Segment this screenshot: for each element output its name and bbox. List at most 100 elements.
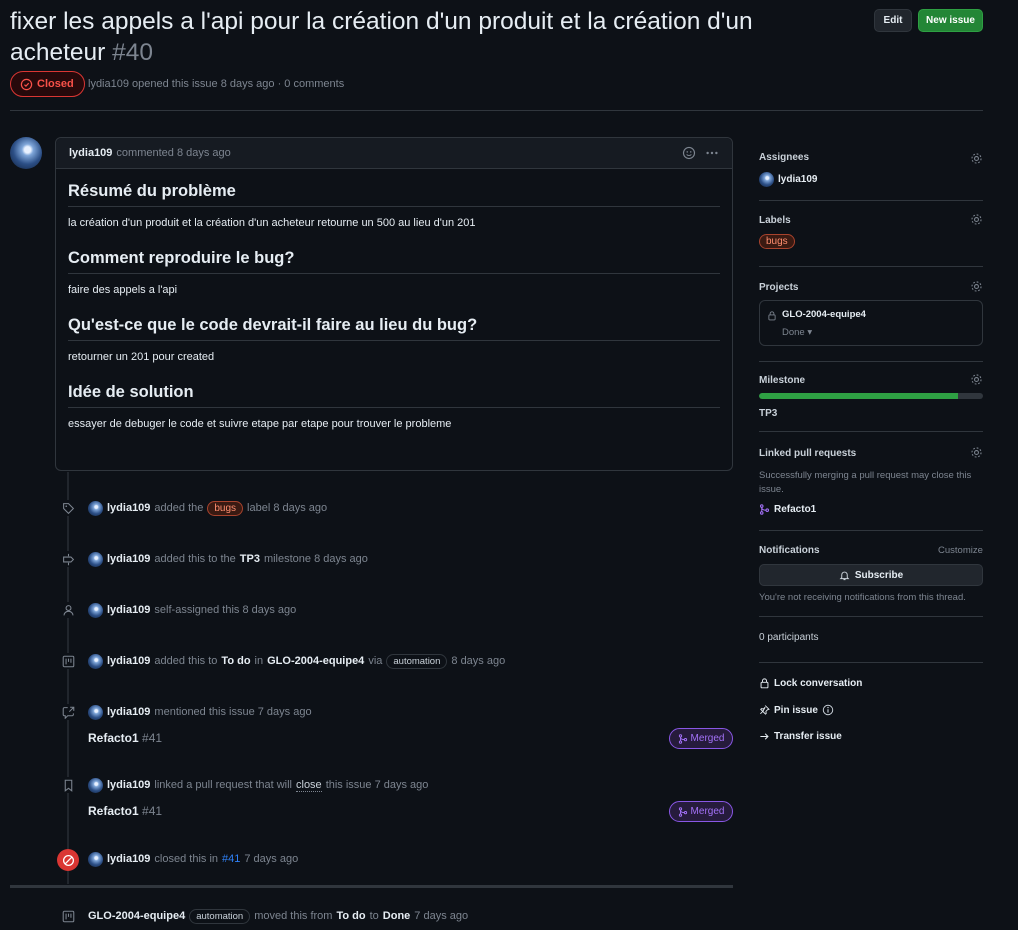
- circle-slash-icon: [57, 849, 79, 871]
- section-text-solution: essayer de debuger le code et suivre eta…: [68, 418, 452, 430]
- project-status: Done: [782, 327, 805, 338]
- transfer-issue-label: Transfer issue: [774, 731, 842, 742]
- actor-avatar[interactable]: [88, 500, 103, 516]
- gear-icon[interactable]: [970, 280, 983, 293]
- subscribe-button[interactable]: Subscribe: [759, 564, 983, 586]
- lock-conversation-label: Lock conversation: [774, 677, 863, 689]
- event-text: linked a pull request that will: [154, 779, 292, 791]
- actor-link[interactable]: lydia109: [107, 853, 150, 865]
- pin-issue-button[interactable]: Pin issue: [759, 704, 834, 716]
- labels-heading[interactable]: Labels: [759, 215, 791, 226]
- sidebar-label-bugs[interactable]: bugs: [759, 234, 795, 249]
- sidebar-divider: [759, 361, 983, 362]
- lock-icon: [760, 678, 769, 689]
- event-time: milestone 8 days ago: [263, 553, 368, 565]
- header-divider: [10, 110, 983, 111]
- sidebar-divider: [759, 266, 983, 267]
- linked-prs-heading[interactable]: Linked pull requests: [759, 448, 856, 459]
- comment-author-avatar[interactable]: [10, 137, 42, 169]
- tag-icon: [60, 500, 76, 516]
- gear-icon[interactable]: [970, 373, 983, 386]
- actor-link[interactable]: lydia109: [107, 502, 150, 514]
- issue-comment: lydia109 commented 8 days ago Résumé du …: [55, 137, 733, 471]
- actor-link[interactable]: lydia109: [107, 779, 150, 791]
- timeline-divider: [10, 885, 733, 888]
- actor-link[interactable]: lydia109: [107, 655, 150, 667]
- event-text: added this to: [154, 655, 218, 667]
- issue-author-link[interactable]: lydia109: [88, 78, 129, 90]
- actor-avatar[interactable]: [88, 551, 103, 567]
- comment-meta[interactable]: commented 8 days ago: [116, 147, 230, 159]
- project-link[interactable]: GLO-2004-equipe4: [267, 655, 364, 667]
- sidebar-divider: [759, 200, 983, 201]
- actor-link[interactable]: lydia109: [107, 706, 150, 718]
- cross-reference-icon: [60, 704, 76, 720]
- gear-icon[interactable]: [970, 152, 983, 165]
- issue-state-label: Closed: [37, 78, 74, 90]
- event-text: added this to the: [154, 553, 236, 565]
- pr-link[interactable]: #41: [222, 853, 240, 865]
- timeline-event-project-moved: GLO-2004-equipe4 automation moved this f…: [60, 906, 468, 926]
- issue-state-badge: Closed: [10, 71, 85, 97]
- pin-icon: [760, 705, 770, 715]
- pr-reference[interactable]: Refacto1 #41: [88, 731, 162, 745]
- milestone-link[interactable]: TP3: [240, 553, 260, 565]
- lock-conversation-button[interactable]: Lock conversation: [759, 677, 862, 689]
- project-actor-link[interactable]: GLO-2004-equipe4: [88, 910, 185, 922]
- git-merge-icon: [678, 733, 687, 744]
- timeline-event-closed: lydia109 closed this in #41 7 days ago: [88, 849, 298, 869]
- new-issue-button[interactable]: New issue: [918, 9, 983, 32]
- event-text-to: to: [369, 910, 379, 922]
- project-column: To do: [221, 655, 251, 667]
- pr-reference[interactable]: Refacto1 #41: [88, 804, 162, 818]
- notifications-heading: Notifications: [759, 545, 820, 556]
- lock-icon: [768, 311, 776, 321]
- actor-link[interactable]: lydia109: [107, 604, 150, 616]
- kebab-horizontal-icon[interactable]: [705, 146, 719, 160]
- actor-avatar[interactable]: [88, 851, 103, 867]
- actor-avatar[interactable]: [88, 602, 103, 618]
- project-status-dropdown[interactable]: Done ▾: [782, 327, 812, 338]
- section-heading-solution: Idée de solution: [68, 383, 720, 408]
- event-text: closed this in: [154, 853, 219, 865]
- from-column: To do: [336, 910, 366, 922]
- project-card[interactable]: GLO-2004-equipe4 Done ▾: [759, 300, 983, 346]
- gear-icon[interactable]: [970, 446, 983, 459]
- assignee-avatar: [759, 172, 774, 187]
- transfer-issue-button[interactable]: Transfer issue: [759, 731, 842, 742]
- section-heading-reproduce: Comment reproduire le bug?: [68, 249, 720, 274]
- project-name[interactable]: GLO-2004-equipe4: [782, 309, 866, 320]
- actor-avatar[interactable]: [88, 777, 103, 793]
- section-text-expected: retourner un 201 pour created: [68, 351, 215, 363]
- actor-avatar[interactable]: [88, 653, 103, 669]
- pr-title[interactable]: Refacto1: [88, 804, 139, 818]
- actor-link[interactable]: lydia109: [107, 553, 150, 565]
- timeline-event-milestoned: lydia109 added this to the TP3 milestone…: [60, 549, 368, 569]
- event-time: 7 days ago: [414, 910, 469, 922]
- linked-pr-item[interactable]: Refacto1: [759, 504, 816, 515]
- milestone-heading[interactable]: Milestone: [759, 375, 805, 386]
- milestone-name[interactable]: TP3: [759, 408, 777, 419]
- sidebar-divider: [759, 662, 983, 663]
- pr-title[interactable]: Refacto1: [88, 731, 139, 745]
- assignee-item[interactable]: lydia109: [759, 172, 817, 187]
- assignees-heading[interactable]: Assignees: [759, 152, 809, 163]
- timeline-event-project-added: lydia109 added this to To do in GLO-2004…: [60, 651, 505, 671]
- automation-badge: automation: [189, 908, 251, 924]
- projects-heading[interactable]: Projects: [759, 282, 798, 293]
- linked-pr-title: Refacto1: [774, 504, 817, 515]
- label-bugs[interactable]: bugs: [207, 500, 244, 516]
- customize-link[interactable]: Customize: [938, 545, 983, 556]
- section-heading-expected: Qu'est-ce que le code devrait-il faire a…: [68, 316, 720, 341]
- milestone-icon: [60, 551, 76, 567]
- smiley-icon[interactable]: [682, 146, 696, 160]
- comment-author-link[interactable]: lydia109: [69, 147, 112, 159]
- merged-label: Merged: [690, 733, 725, 744]
- bookmark-icon: [60, 777, 76, 793]
- actor-avatar[interactable]: [88, 704, 103, 720]
- section-text-reproduce: faire des appels a l'api: [68, 284, 178, 296]
- edit-button[interactable]: Edit: [874, 9, 912, 32]
- gear-icon[interactable]: [970, 213, 983, 226]
- event-text: moved this from: [254, 910, 333, 922]
- info-icon[interactable]: [822, 704, 834, 716]
